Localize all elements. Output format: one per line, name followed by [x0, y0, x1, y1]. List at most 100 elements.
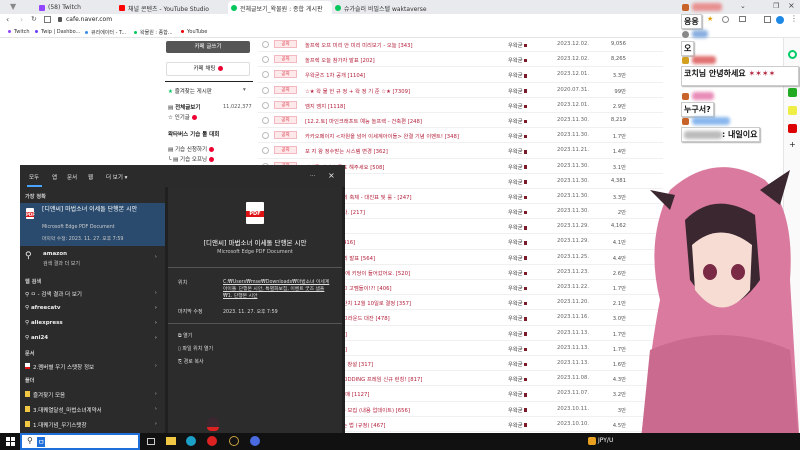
back-icon[interactable]: ‹	[6, 15, 9, 24]
web-result[interactable]: ⚲ ㅁ - 검색 결과 더 보기 ›	[25, 290, 163, 298]
post-author[interactable]: 우왁굳	[508, 421, 528, 429]
tab-twitch[interactable]: (58) Twitch	[36, 1, 116, 14]
bookmark-wakmulwon[interactable]: 왁물원 : 종합...	[134, 29, 173, 36]
post-row[interactable]: 공지 ☆★ 왁 물 헌 규 정 + 왁 정 기 준 ☆★ [7309] 우왁굳 202…	[258, 83, 663, 98]
close-icon[interactable]: ×	[328, 171, 335, 180]
forward-icon[interactable]: ›	[20, 15, 23, 24]
post-author[interactable]: 우왁굳	[508, 147, 528, 155]
post-title-link[interactable]: 놀프렉 오프 미리 안 미리 미리보기 - 오늘 [343]	[305, 41, 413, 49]
folder-result[interactable]: 1.대퀘기념_무기스탯창 ›	[25, 421, 163, 429]
post-row[interactable]: 공지 포 지 왕 정수받는 시스템 변경 [362] 우왁굳 2023.11.21. 1…	[258, 143, 663, 159]
copy-path-action[interactable]: ⎘ 경로 복사	[178, 358, 204, 365]
folder-result[interactable]: 즐겨찾기 모음 ›	[25, 391, 163, 399]
post-author[interactable]: 우왁굳	[508, 330, 528, 338]
league-of-legends-icon[interactable]	[229, 436, 239, 446]
tab-youtube-studio[interactable]: 채널 콘텐츠 - YouTube Studio	[116, 1, 228, 14]
row-select-icon[interactable]	[262, 116, 269, 124]
app-icon[interactable]	[250, 436, 260, 446]
cafe-write-button[interactable]: 카페 글쓰기	[166, 41, 250, 53]
tab-apps[interactable]: 앱	[52, 173, 57, 181]
post-author[interactable]: 우왁굳	[508, 314, 528, 322]
post-title-link[interactable]: [12.2.토] 마인크래프트 예능 놀프렉 - 건축편 [248]	[305, 117, 422, 125]
bookmark-twip[interactable]: Twip | Dashbo...	[35, 29, 80, 35]
row-select-icon[interactable]	[262, 86, 269, 94]
twitch-extension-icon[interactable]: ▼	[10, 3, 18, 11]
post-row[interactable]: 공지 엠지 엠지 [1118] 우왁굳 2023.12.01. 2.9만	[258, 98, 663, 113]
tab-naver-cafe[interactable]: 전체글보기_왁물원 : 종합 게시판	[228, 1, 332, 14]
row-select-icon[interactable]	[262, 101, 269, 109]
chevron-down-icon[interactable]: ▾	[243, 87, 246, 93]
taskbar-search-input[interactable]: ⚲ ㅁ	[20, 433, 140, 450]
open-file-location-action[interactable]: ▯ 파일 위치 열기	[178, 345, 213, 352]
post-author[interactable]: 우왁굳	[508, 87, 528, 95]
reload-icon[interactable]: ↻	[31, 15, 37, 23]
row-select-icon[interactable]	[262, 132, 269, 140]
post-author[interactable]: 우왁굳	[508, 345, 528, 353]
location-link[interactable]: C:₩Users₩mse₩Downloads₩마법소녀 이세계아이돌_단행본 시…	[223, 279, 333, 300]
app-icon[interactable]	[207, 436, 217, 446]
post-author[interactable]: 우왁굳	[508, 163, 528, 171]
post-title-link[interactable]: 우왁굳즈 1차 공개 [1104]	[305, 71, 365, 79]
document-result[interactable]: 2.멤버별 우기 스탯창 정보 ›	[25, 363, 163, 371]
post-author[interactable]: 우왁굳	[508, 208, 528, 216]
post-author[interactable]: 우왁굳	[508, 41, 528, 49]
app-icon[interactable]	[186, 436, 196, 446]
post-author[interactable]: 우왁굳	[508, 238, 528, 246]
post-author[interactable]: 우왁굳	[508, 193, 528, 201]
post-author[interactable]: 우왁굳	[508, 269, 528, 277]
post-row[interactable]: 공지 놀프렉 오프 미리 안 미리 미리보기 - 오늘 [343] 우왁굳 2023.…	[258, 37, 663, 53]
row-select-icon[interactable]	[262, 147, 269, 155]
row-select-icon[interactable]	[262, 56, 269, 64]
favorite-boards-toggle[interactable]: ★ 즐겨찾는 게시판	[168, 87, 212, 95]
task-view-icon[interactable]	[147, 438, 155, 445]
split-view-icon[interactable]	[44, 16, 51, 23]
file-explorer-icon[interactable]	[166, 437, 176, 445]
post-title-link[interactable]: ☆★ 왁 물 헌 규 정 + 왁 정 기 준 ☆★ [7309]	[305, 87, 410, 95]
web-result[interactable]: ⚲ afreecatv ›	[25, 305, 163, 311]
open-action[interactable]: ⧉ 열기	[178, 332, 192, 339]
post-author[interactable]: 우왁굳	[508, 56, 528, 64]
amazon-result[interactable]: ⚲ amazon 검색 결과 더 보기 ›	[25, 251, 163, 267]
post-author[interactable]: 우왁굳	[508, 71, 528, 79]
post-title-link[interactable]: 엠지 엠지 [1118]	[305, 102, 345, 110]
tab-web[interactable]: 웹	[88, 173, 93, 181]
url-input[interactable]: cafe.naver.com	[66, 16, 112, 23]
post-author[interactable]: 우왁굳	[508, 375, 528, 383]
row-select-icon[interactable]	[262, 41, 269, 48]
windows-start-icon[interactable]	[6, 437, 15, 446]
web-result[interactable]: ⚲ aliexpress ›	[25, 320, 163, 326]
post-row[interactable]: 공지 카카오페이지 <자원을 넘어 이세계아이돌> 완결 기념 이벤트! [348…	[258, 128, 663, 144]
post-author[interactable]: 우왁굳	[508, 360, 528, 368]
folder-result[interactable]: 3.대퀘열달성_마법소녀계약서 ›	[25, 406, 163, 414]
post-author[interactable]: 우왁굳	[508, 390, 528, 398]
post-author[interactable]: 우왁굳	[508, 102, 528, 110]
tab-documents[interactable]: 문서	[67, 173, 77, 181]
options-icon[interactable]: ···	[310, 173, 315, 179]
post-title-link[interactable]: 놀프렉 오늘 참가자 발표 [202]	[305, 56, 375, 64]
post-author[interactable]: 우왁굳	[508, 223, 528, 231]
bookmark-curator[interactable]: 큐리에이터 - T...	[85, 29, 126, 36]
post-title-link[interactable]: 카카오페이지 <자원을 넘어 이세계아이돌> 완결 기념 이벤트! [348]	[305, 132, 459, 140]
post-author[interactable]: 우왁굳	[508, 254, 528, 262]
post-author[interactable]: 우왁굳	[508, 406, 528, 414]
bookmark-twitch[interactable]: Twitch	[8, 29, 30, 35]
tab-all[interactable]: 모두	[29, 173, 39, 181]
post-row[interactable]: 공지 [12.2.토] 마인크래프트 예능 놀프렉 - 건축편 [248] 우왁굳 2…	[258, 113, 663, 129]
post-author[interactable]: 우왁굳	[508, 117, 528, 125]
post-author[interactable]: 우왁굳	[508, 284, 528, 292]
tab-waktaverse[interactable]: 슈가슬러 비밀스텔 waktaverse	[332, 1, 450, 14]
popular-posts-link[interactable]: ☆ 인기글	[168, 113, 197, 121]
bookmark-youtube[interactable]: YouTube	[181, 29, 207, 35]
web-result[interactable]: ⚲ ani24 ›	[25, 335, 163, 341]
tab-more[interactable]: 더 보기 ▾	[106, 173, 127, 181]
post-title-link[interactable]: 포 지 왕 정수받는 시스템 변경 [362]	[305, 147, 388, 155]
best-match-item[interactable]: PDF [디앤씨] 마법소녀 이세돌 단행본 시안 Microsoft Edge…	[20, 203, 165, 246]
post-author[interactable]: 우왁굳	[508, 132, 528, 140]
tray-icon[interactable]	[588, 437, 596, 445]
row-select-icon[interactable]	[262, 71, 269, 79]
all-posts-link[interactable]: ▤ 전체글보기	[168, 103, 200, 111]
board-link[interactable]: ▤ 기습 신청하기	[168, 145, 215, 153]
post-author[interactable]: 우왁굳	[508, 178, 528, 186]
post-row[interactable]: 공지 놀프렉 오늘 참가자 발표 [202] 우왁굳 2023.12.02. 8,265	[258, 52, 663, 68]
post-row[interactable]: 공지 우왁굳즈 1차 공개 [1104] 우왁굳 2023.12.01. 3.3만	[258, 67, 663, 83]
